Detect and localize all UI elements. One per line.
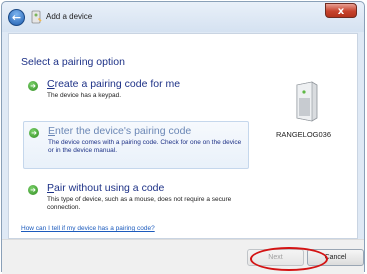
option-description: The device comes with a pairing code. Ch… bbox=[48, 139, 242, 154]
page-heading: Select a pairing option bbox=[21, 56, 125, 68]
add-device-icon bbox=[31, 10, 42, 24]
footer-bar: Next Cancel bbox=[2, 239, 364, 274]
next-button[interactable]: Next bbox=[247, 249, 304, 266]
close-button[interactable]: x bbox=[325, 3, 357, 18]
window-title: Add a device bbox=[46, 12, 93, 21]
option-title: Enter the device's pairing code bbox=[48, 125, 192, 137]
option-description: This type of device, such as a mouse, do… bbox=[47, 196, 232, 211]
back-arrow-icon[interactable]: ← bbox=[8, 9, 25, 26]
content-pane: Select a pairing option ➜ Create a pairi… bbox=[8, 33, 358, 239]
green-arrow-icon: ➜ bbox=[28, 81, 38, 91]
green-arrow-icon: ➜ bbox=[29, 128, 39, 138]
green-arrow-icon: ➜ bbox=[28, 185, 38, 195]
option-description: The device has a keypad. bbox=[47, 92, 122, 99]
option-title: Create a pairing code for me bbox=[47, 78, 181, 90]
device-name: RANGELOG036 bbox=[276, 130, 332, 139]
option-create-pairing-code[interactable]: ➜ Create a pairing code for me The devic… bbox=[23, 76, 249, 108]
title-bar: ← Add a device x bbox=[2, 2, 364, 32]
option-title: Pair without using a code bbox=[47, 182, 165, 194]
speaker-device-icon bbox=[296, 81, 318, 122]
cancel-button[interactable]: Cancel bbox=[307, 249, 364, 266]
option-pair-without-code[interactable]: ➜ Pair without using a code This type of… bbox=[23, 180, 249, 216]
add-device-window: ← Add a device x Select a pairing option… bbox=[1, 1, 365, 274]
help-link[interactable]: How can I tell if my device has a pairin… bbox=[21, 225, 155, 232]
option-enter-device-code[interactable]: ➜ Enter the device's pairing code The de… bbox=[23, 121, 249, 169]
